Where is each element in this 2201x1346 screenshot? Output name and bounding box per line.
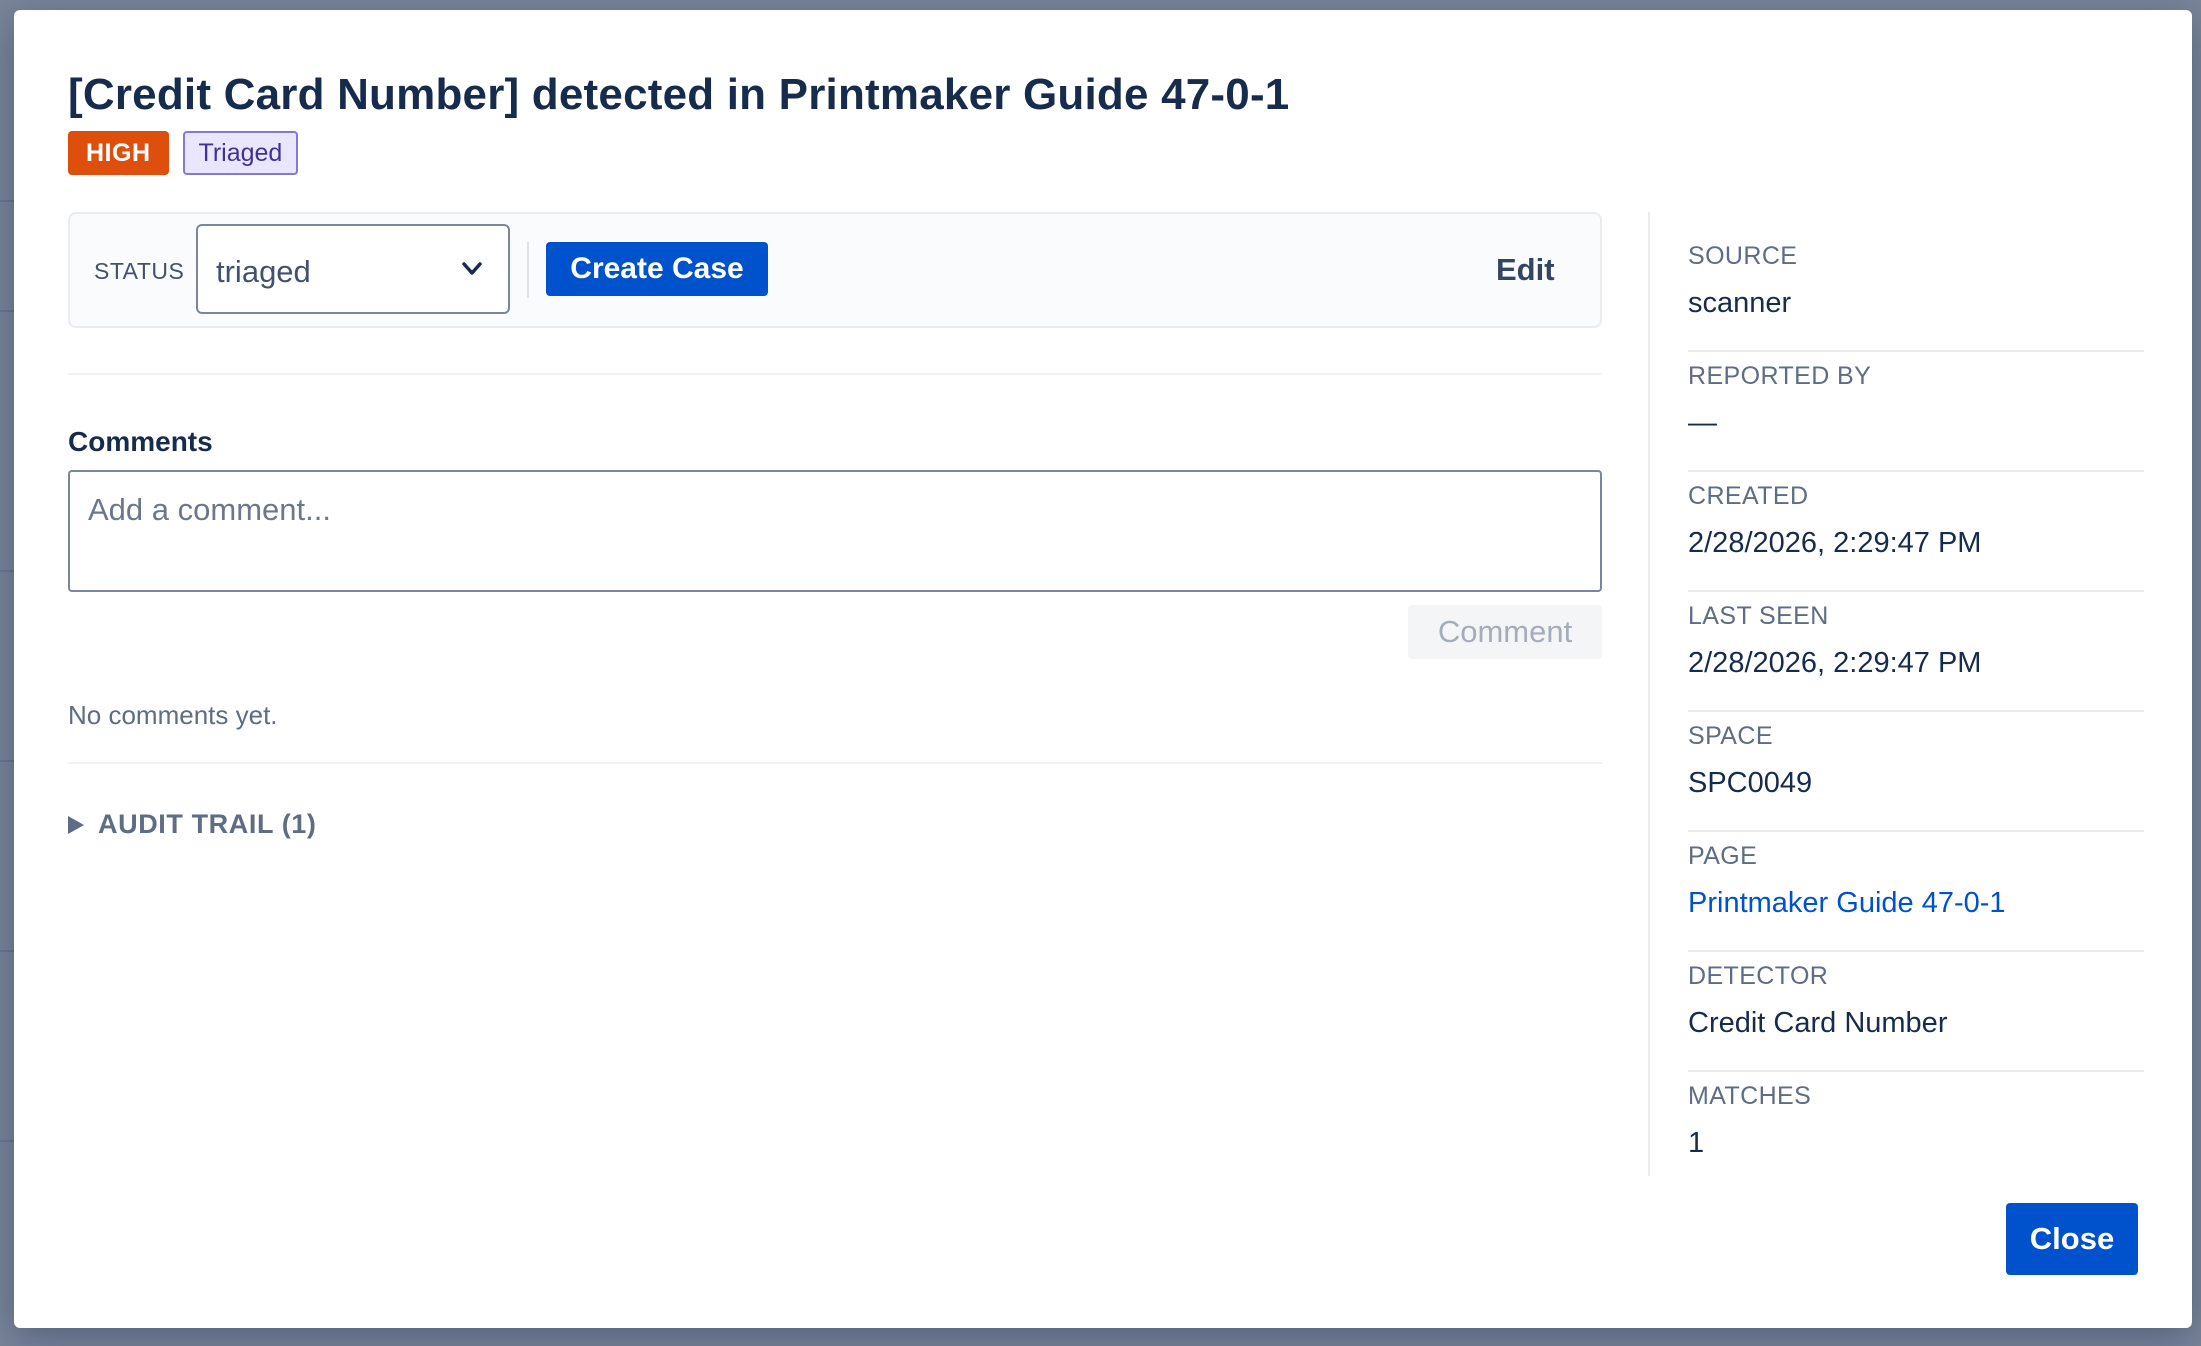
detail-value: SPC0049: [1688, 767, 1813, 799]
detail-label: DETECTOR: [1688, 962, 1829, 990]
detail-label: REPORTED BY: [1688, 362, 1872, 390]
details-panel: SOURCE scanner REPORTED BY — CREATED 2/2…: [1688, 232, 2144, 1192]
close-button[interactable]: Close: [2006, 1203, 2138, 1275]
detail-value: 1: [1688, 1127, 1705, 1159]
detail-created: CREATED 2/28/2026, 2:29:47 PM: [1688, 472, 2144, 592]
severity-badge: HIGH: [68, 131, 169, 175]
triangle-right-icon: [68, 815, 84, 834]
detail-label: PAGE: [1688, 842, 1758, 870]
comment-input[interactable]: [68, 470, 1602, 592]
audit-trail-label: AUDIT TRAIL (1): [98, 809, 317, 839]
detail-label: SOURCE: [1688, 242, 1798, 270]
detail-source: SOURCE scanner: [1688, 232, 2144, 352]
status-label: STATUS: [94, 258, 185, 284]
modal-title: [Credit Card Number] detected in Printma…: [68, 70, 1290, 119]
page-link[interactable]: Printmaker Guide 47-0-1: [1688, 887, 2144, 920]
no-comments-text: No comments yet.: [68, 700, 278, 730]
comment-submit-button[interactable]: Comment: [1408, 605, 1602, 659]
detail-value: —: [1688, 407, 1717, 439]
detail-reported-by: REPORTED BY —: [1688, 352, 2144, 472]
chevron-down-icon: [462, 262, 482, 275]
finding-detail-modal: [Credit Card Number] detected in Printma…: [14, 10, 2192, 1328]
detail-value: Credit Card Number: [1688, 1007, 1948, 1039]
audit-trail-toggle[interactable]: AUDIT TRAIL (1): [68, 809, 317, 840]
status-select[interactable]: triaged: [196, 224, 510, 314]
detail-last-seen: LAST SEEN 2/28/2026, 2:29:47 PM: [1688, 592, 2144, 712]
detail-label: MATCHES: [1688, 1082, 1812, 1110]
section-divider: [68, 762, 1602, 764]
edit-button[interactable]: Edit: [1496, 252, 1555, 288]
detail-page: PAGE Printmaker Guide 47-0-1: [1688, 832, 2144, 952]
create-case-button[interactable]: Create Case: [546, 242, 768, 296]
detail-label: SPACE: [1688, 722, 1773, 750]
section-divider: [68, 373, 1602, 375]
detail-value: 2/28/2026, 2:29:47 PM: [1688, 527, 1982, 559]
detail-label: LAST SEEN: [1688, 602, 1829, 630]
comments-heading: Comments: [68, 426, 213, 457]
detail-label: CREATED: [1688, 482, 1809, 510]
detail-matches: MATCHES 1: [1688, 1072, 2144, 1192]
detail-detector: DETECTOR Credit Card Number: [1688, 952, 2144, 1072]
badge-row: HIGH Triaged: [68, 131, 299, 175]
detail-value: scanner: [1688, 287, 1792, 319]
detail-value: 2/28/2026, 2:29:47 PM: [1688, 647, 1982, 679]
toolbar-divider: [527, 242, 529, 298]
state-badge: Triaged: [182, 131, 299, 175]
panel-divider: [1648, 212, 1650, 1176]
status-select-value: triaged: [216, 254, 311, 289]
status-toolbar: STATUS triaged Create Case Edit: [68, 212, 1602, 328]
detail-space: SPACE SPC0049: [1688, 712, 2144, 832]
